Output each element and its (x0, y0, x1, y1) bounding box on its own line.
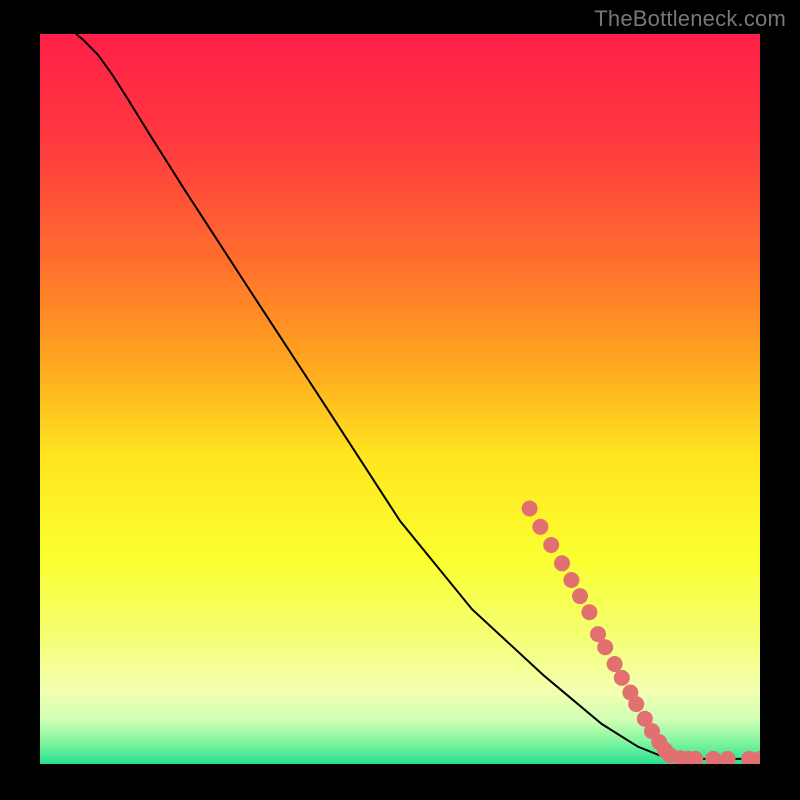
watermark-text: TheBottleneck.com (594, 6, 786, 32)
chart-marker (628, 696, 644, 712)
chart-marker (563, 572, 579, 588)
chart-marker (597, 639, 613, 655)
chart-marker (614, 670, 630, 686)
chart-frame: TheBottleneck.com (0, 0, 800, 800)
chart-background (40, 34, 760, 764)
chart-marker (522, 501, 538, 517)
chart-marker (532, 519, 548, 535)
chart-marker (607, 656, 623, 672)
chart-svg (40, 34, 760, 764)
chart-marker (554, 555, 570, 571)
chart-marker (581, 604, 597, 620)
chart-marker (572, 588, 588, 604)
chart-marker (543, 537, 559, 553)
chart-plot-area (40, 34, 760, 764)
